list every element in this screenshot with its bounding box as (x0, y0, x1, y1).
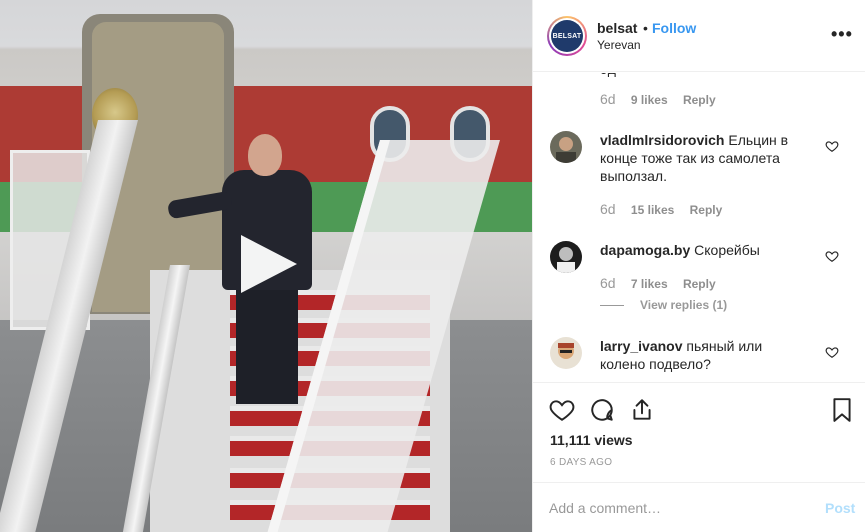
comment-meta: 6d 7 likes Reply (600, 275, 716, 291)
like-heart-icon[interactable] (549, 397, 575, 423)
comment-body: Скорейбы (694, 242, 760, 258)
post-header: BELSAT belsat • Follow Yerevan ••• (533, 0, 865, 72)
view-replies-button[interactable]: View replies (1) (600, 298, 727, 312)
bookmark-icon[interactable] (829, 397, 855, 423)
comment-likes[interactable]: 15 likes (631, 203, 674, 217)
reply-button[interactable]: Reply (690, 203, 723, 217)
comment-likes[interactable]: 9 likes (631, 93, 668, 107)
comment-bubble-icon[interactable] (589, 397, 615, 423)
like-heart-icon[interactable] (825, 249, 839, 263)
view-replies-label: View replies (1) (640, 298, 728, 312)
play-icon[interactable] (237, 233, 299, 295)
reply-button[interactable]: Reply (683, 277, 716, 291)
video-player[interactable] (0, 0, 532, 532)
story-ring[interactable]: BELSAT (547, 16, 587, 56)
person-legs (236, 284, 298, 404)
person-head (248, 134, 282, 176)
comment-age[interactable]: 6d (600, 91, 616, 107)
avatar[interactable]: BELSAT (549, 18, 585, 54)
separator-dot: • (643, 20, 648, 36)
reply-button[interactable]: Reply (683, 93, 716, 107)
view-replies-line (600, 305, 624, 307)
post-button[interactable]: Post (825, 500, 855, 516)
author-username[interactable]: belsat (597, 20, 637, 36)
view-count[interactable]: 11,111 views (550, 432, 633, 448)
comments-list[interactable]: 9д 6d 9 likes Reply vladlmlrsidorovich Е… (533, 73, 865, 382)
comment-text: larry_ivanov пьяный или колено подвело? (600, 337, 810, 373)
comment-username[interactable]: larry_ivanov (600, 338, 683, 354)
follow-button[interactable]: Follow (652, 20, 696, 36)
avatar[interactable] (550, 337, 582, 369)
comment-username[interactable]: dapamoga.by (600, 242, 690, 258)
add-comment-bar: Post (533, 482, 865, 532)
share-icon[interactable] (629, 397, 655, 423)
comment-meta: 6d 9 likes Reply (600, 91, 716, 107)
comment-age[interactable]: 6d (600, 201, 616, 217)
avatar-logo: BELSAT (551, 20, 583, 52)
like-heart-icon[interactable] (825, 345, 839, 359)
like-heart-icon[interactable] (825, 139, 839, 153)
comment-likes[interactable]: 7 likes (631, 277, 668, 291)
comment-text-cutoff: 9д (600, 73, 616, 77)
comment-text: dapamoga.by Скорейбы (600, 241, 810, 259)
comment-age[interactable]: 6d (600, 275, 616, 291)
post-actions: 11,111 views 6 DAYS AGO (533, 382, 865, 474)
more-options-icon[interactable]: ••• (831, 24, 853, 45)
post-side-panel: BELSAT belsat • Follow Yerevan ••• 9д 6d… (532, 0, 865, 532)
comment-input[interactable] (549, 498, 799, 518)
comment-username[interactable]: vladlmlrsidorovich (600, 132, 724, 148)
location-link[interactable]: Yerevan (597, 38, 641, 52)
avatar[interactable] (550, 241, 582, 273)
comment-text: vladlmlrsidorovich Ельцин в конце тоже т… (600, 131, 810, 185)
avatar[interactable] (550, 131, 582, 163)
post-timestamp[interactable]: 6 DAYS AGO (550, 457, 612, 468)
comment-meta: 6d 15 likes Reply (600, 201, 722, 217)
